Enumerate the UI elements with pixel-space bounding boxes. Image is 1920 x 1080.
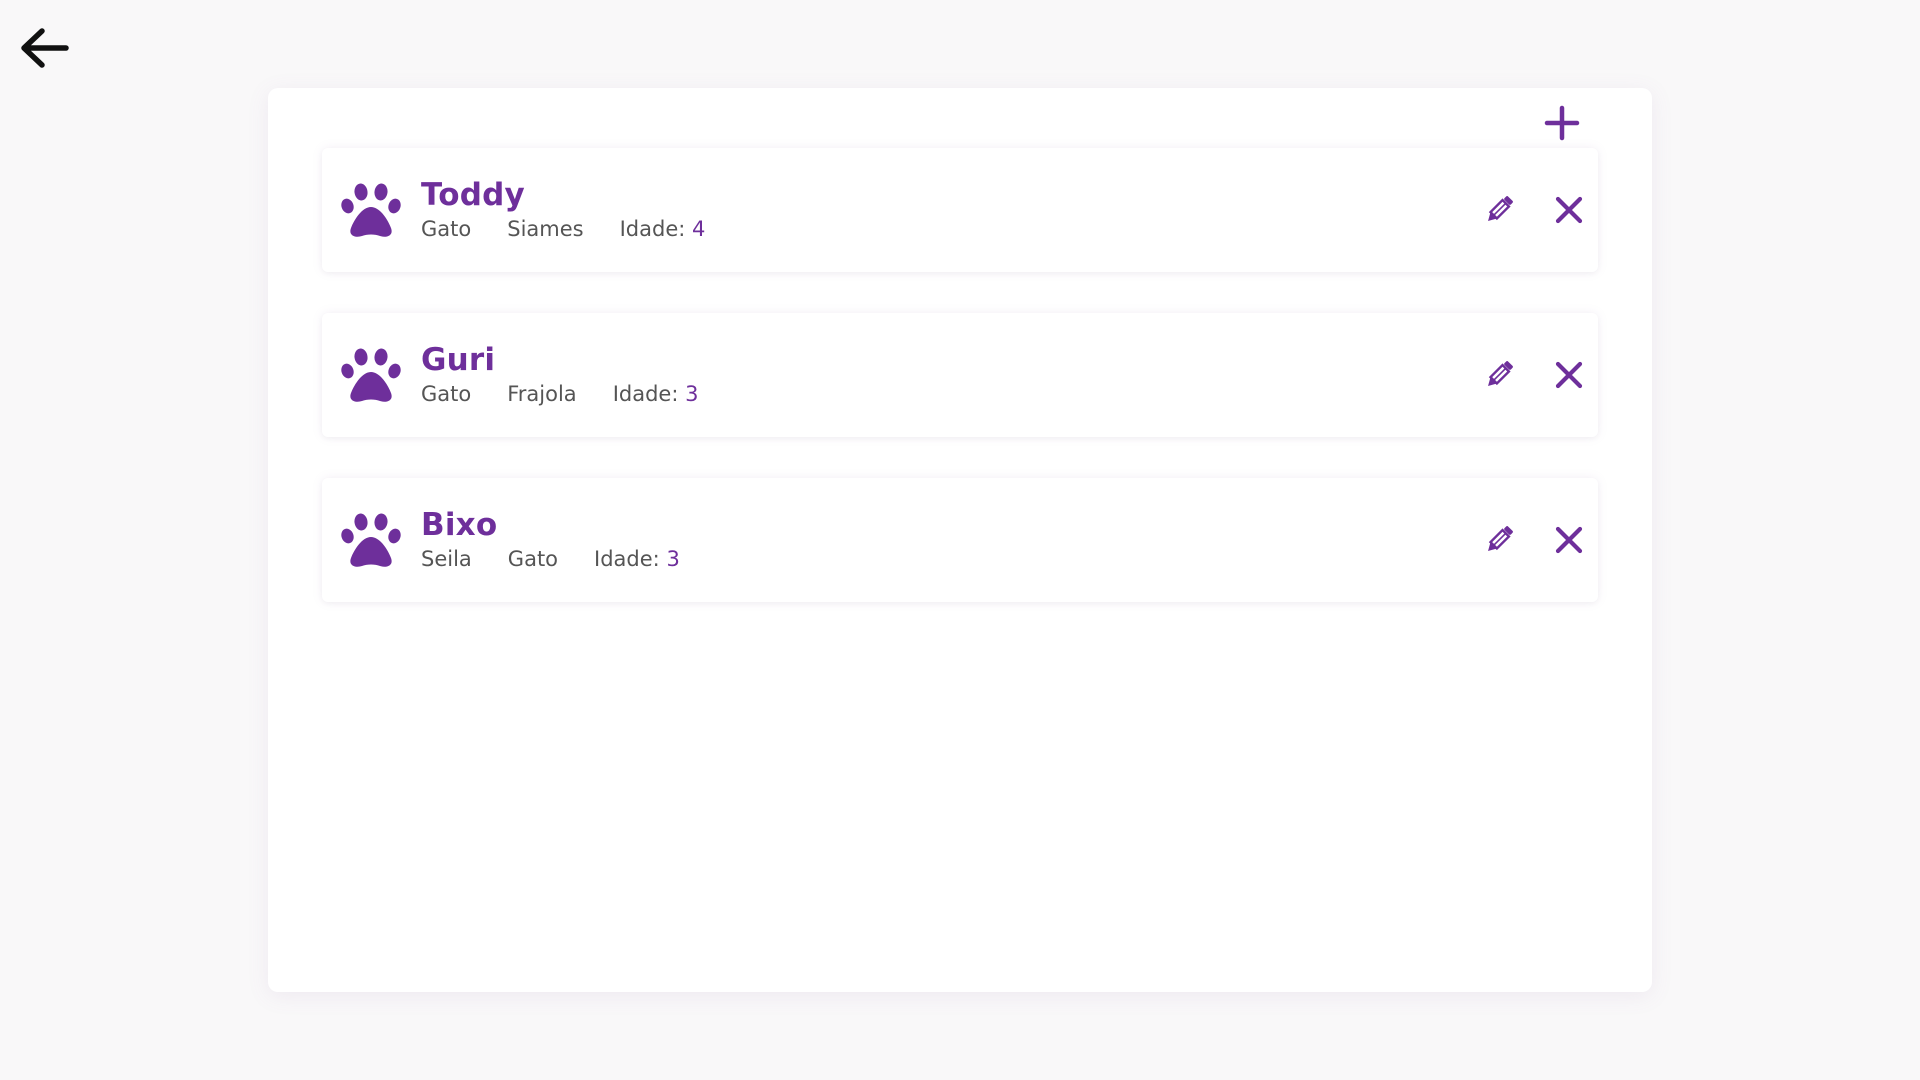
delete-pet-button[interactable] bbox=[1547, 518, 1591, 562]
pencil-icon bbox=[1488, 361, 1513, 386]
pet-list-panel: Toddy Gato Siames Idade: 4 Guri Gato Fra… bbox=[268, 88, 1652, 992]
pet-age-label: Idade: bbox=[594, 547, 660, 571]
pet-age-value: 4 bbox=[692, 217, 706, 241]
pet-breed: Frajola bbox=[507, 382, 577, 406]
edit-pet-button[interactable] bbox=[1477, 518, 1521, 562]
pet-age-label: Idade: bbox=[619, 217, 686, 241]
pet-info: Gato Siames Idade: 4 bbox=[421, 217, 705, 241]
pet-card: Bixo Seila Gato Idade: 3 bbox=[322, 478, 1598, 602]
paw-icon bbox=[341, 513, 401, 567]
pet-type: Gato bbox=[421, 217, 472, 241]
edit-pet-button[interactable] bbox=[1477, 353, 1521, 397]
pet-breed: Siames bbox=[507, 217, 584, 241]
pet-age-label: Idade: bbox=[612, 382, 679, 406]
pet-list: Toddy Gato Siames Idade: 4 Guri Gato Fra… bbox=[322, 148, 1598, 643]
close-icon bbox=[1555, 361, 1583, 389]
plus-icon bbox=[1544, 105, 1580, 141]
pet-breed: Gato bbox=[507, 547, 559, 571]
delete-pet-button[interactable] bbox=[1547, 353, 1591, 397]
arrow-left-icon bbox=[21, 28, 69, 68]
pet-age-value: 3 bbox=[685, 382, 699, 406]
edit-pet-button[interactable] bbox=[1477, 188, 1521, 232]
pet-age-value: 3 bbox=[666, 547, 680, 571]
close-icon bbox=[1555, 196, 1583, 224]
delete-pet-button[interactable] bbox=[1547, 188, 1591, 232]
pet-card: Guri Gato Frajola Idade: 3 bbox=[322, 313, 1598, 437]
paw-icon bbox=[341, 183, 401, 237]
pet-type: Gato bbox=[421, 382, 472, 406]
pet-card: Toddy Gato Siames Idade: 4 bbox=[322, 148, 1598, 272]
pet-name: Toddy bbox=[421, 177, 525, 213]
back-button[interactable] bbox=[14, 20, 74, 76]
pencil-icon bbox=[1488, 196, 1513, 221]
pet-info: Seila Gato Idade: 3 bbox=[421, 547, 680, 571]
pencil-icon bbox=[1488, 526, 1513, 551]
pet-info: Gato Frajola Idade: 3 bbox=[421, 382, 698, 406]
pet-type: Seila bbox=[421, 547, 472, 571]
add-pet-button[interactable] bbox=[1539, 100, 1585, 146]
paw-icon bbox=[341, 348, 401, 402]
pet-name: Guri bbox=[421, 342, 496, 378]
close-icon bbox=[1555, 526, 1583, 554]
pet-name: Bixo bbox=[421, 507, 498, 543]
